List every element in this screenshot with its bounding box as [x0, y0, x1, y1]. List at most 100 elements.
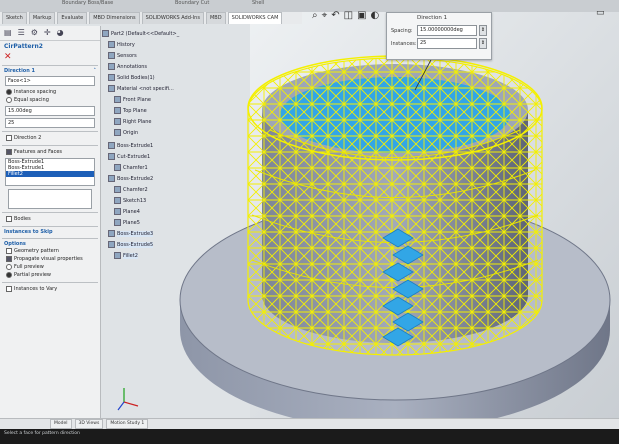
tree-item-chamfer1[interactable]: Chamfer1 — [114, 164, 148, 171]
tree-item-front-plane[interactable]: Front Plane — [114, 96, 151, 103]
extrude-icon — [108, 241, 115, 248]
tree-item-boss-extrude1[interactable]: Boss-Extrude1 — [108, 142, 153, 149]
geometry-pattern-checkbox[interactable]: Geometry pattern — [2, 247, 98, 255]
property-manager-icon[interactable]: ☰ — [18, 28, 25, 38]
display-style-icon[interactable]: ◐ — [371, 10, 380, 21]
tab-evaluate[interactable]: Evaluate — [57, 12, 88, 24]
title-boundary-cut[interactable]: Boundary Cut — [175, 0, 209, 6]
checkbox-icon — [6, 216, 12, 222]
material-icon — [108, 85, 115, 92]
command-manager-tabs: Sketch Markup Evaluate MBD Dimensions SO… — [0, 12, 302, 24]
tab-sketch[interactable]: Sketch — [2, 12, 27, 24]
direction2-checkbox[interactable]: Direction 2 — [2, 134, 98, 142]
tree-item-solid-bodies[interactable]: Solid Bodies(1) — [108, 74, 155, 81]
view-triad[interactable] — [117, 388, 139, 411]
tab-markup[interactable]: Markup — [28, 12, 56, 24]
close-icon[interactable]: ✕ — [0, 52, 100, 62]
dimxpert-icon[interactable]: ✛ — [44, 28, 51, 38]
tree-item-history[interactable]: History — [108, 41, 135, 48]
heads-up-toolbar: ⌕ ⌖ ↶ ◫ ▣ ◐ — [312, 10, 379, 21]
bodies-checkbox[interactable]: Bodies — [2, 215, 98, 223]
callout-title: Direction 1 — [417, 15, 448, 21]
chevron-up-icon[interactable]: ˄ — [94, 68, 97, 74]
tab-motion-study[interactable]: Motion Study 1 — [106, 419, 149, 429]
sketch-icon — [114, 197, 121, 204]
zoom-area-icon[interactable]: ⌖ — [322, 10, 328, 21]
tab-mbd-dimensions[interactable]: MBD Dimensions — [89, 12, 140, 24]
feature-manager-icon[interactable]: ▤ — [4, 28, 12, 38]
section-view-icon[interactable]: ◫ — [344, 10, 353, 21]
instances-field[interactable]: 25 — [5, 118, 95, 128]
tree-item-right-plane[interactable]: Right Plane — [114, 118, 151, 125]
tree-item-annotations[interactable]: Annotations — [108, 63, 147, 70]
tree-item-sensors[interactable]: Sensors — [108, 52, 137, 59]
instances-skip-label[interactable]: Instances to Skip — [4, 229, 53, 235]
spinner-icon[interactable]: ⇕ — [479, 38, 487, 49]
tab-solidworks-cam[interactable]: SOLIDWORKS CAM — [227, 12, 283, 24]
monitor-icon[interactable]: ▭ — [596, 8, 605, 18]
plane-icon — [114, 96, 121, 103]
direction1-section: Direction 1 ˄ Face<1> Instance spacing Eq… — [2, 65, 98, 128]
partial-preview-radio[interactable]: Partial preview — [2, 271, 98, 279]
chamfer-icon — [114, 164, 121, 171]
tree-item-material[interactable]: Material <not specifi... — [108, 85, 174, 92]
display-manager-icon[interactable]: ◕ — [57, 28, 64, 38]
radio-icon — [6, 264, 12, 270]
previous-view-icon[interactable]: ↶ — [331, 10, 339, 21]
direction1-header[interactable]: Direction 1 — [4, 68, 35, 74]
tree-item-chamfer2[interactable]: Chamfer2 — [114, 186, 148, 193]
tree-item-fillet2[interactable]: Fillet2 — [114, 252, 138, 259]
equal-spacing-radio[interactable]: Equal spacing — [2, 96, 98, 104]
instances-row: Instances: 25 ⇕ — [391, 38, 487, 49]
feature-title: CirPattern2 — [4, 43, 43, 50]
instances-label: Instances: — [391, 40, 417, 47]
spacing-label: Spacing: — [391, 27, 413, 34]
spinner-icon[interactable]: ⇕ — [479, 25, 487, 36]
tree-item-boss-extrude3[interactable]: Boss-Extrude3 — [108, 230, 154, 237]
tree-item-cut-extrude1[interactable]: Cut-Extrude1 — [108, 153, 150, 160]
tree-item-boss-extrude2[interactable]: Boss-Extrude2 — [108, 175, 153, 182]
tree-item-sketch13[interactable]: Sketch13 — [114, 197, 146, 204]
tab-mbd[interactable]: MBD — [205, 12, 226, 24]
instance-spacing-label: Instance spacing — [14, 89, 57, 95]
checkbox-icon — [6, 286, 12, 292]
configuration-manager-icon[interactable]: ⚙ — [31, 28, 38, 38]
cut-icon — [108, 153, 115, 160]
plane-icon — [114, 118, 121, 125]
view-orientation-icon[interactable]: ▣ — [357, 10, 366, 21]
tree-item-origin[interactable]: Origin — [114, 129, 138, 136]
zoom-to-fit-icon[interactable]: ⌕ — [312, 10, 318, 21]
tab-3d-views[interactable]: 3D Views — [74, 419, 104, 429]
status-text: Select a face for pattern direction — [4, 431, 80, 436]
instances-vary-checkbox[interactable]: Instances to Vary — [2, 285, 98, 293]
title-shell[interactable]: Shell — [252, 0, 264, 6]
tree-item-top-plane[interactable]: Top Plane — [114, 107, 147, 114]
chamfer-icon — [114, 186, 121, 193]
tab-solidworks-addins[interactable]: SOLIDWORKS Add-Ins — [141, 12, 204, 24]
tree-item-plane4[interactable]: Plane4 — [114, 208, 140, 215]
features-faces-checkbox[interactable]: Features and Faces — [2, 148, 98, 156]
tree-root[interactable]: Part2 (Default<<Default>_ — [102, 30, 179, 37]
list-item-selected[interactable]: Fillet2 — [6, 171, 94, 177]
faces-list[interactable] — [8, 189, 92, 209]
pattern-axis-field[interactable]: Face<1> — [5, 76, 95, 86]
full-preview-label: Full preview — [14, 264, 44, 270]
propagate-checkbox[interactable]: Propagate visual properties — [2, 255, 98, 263]
full-preview-radio[interactable]: Full preview — [2, 263, 98, 271]
equal-spacing-label: Equal spacing — [14, 97, 49, 103]
options-label[interactable]: Options — [4, 241, 26, 247]
extrude-icon — [108, 175, 115, 182]
title-boundary-boss[interactable]: Boundary Boss/Base — [62, 0, 113, 6]
annotation-icon — [108, 63, 115, 70]
spacing-input[interactable]: 15.00000000deg — [417, 25, 477, 36]
instances-input[interactable]: 25 — [417, 38, 477, 49]
tab-model[interactable]: Model — [50, 419, 72, 429]
angle-field[interactable]: 15.00deg — [5, 106, 95, 116]
features-list[interactable]: Boss-Extrude1 Boss-Extrude1 Fillet2 — [5, 158, 95, 186]
tree-item-plane5[interactable]: Plane5 — [114, 219, 140, 226]
extrude-icon — [108, 230, 115, 237]
tree-item-boss-extrude5[interactable]: Boss-Extrude5 — [108, 241, 154, 248]
radio-icon — [6, 97, 12, 103]
bottom-tabs: Model 3D Views Motion Study 1 — [0, 418, 619, 429]
instance-spacing-radio[interactable]: Instance spacing — [2, 88, 98, 96]
